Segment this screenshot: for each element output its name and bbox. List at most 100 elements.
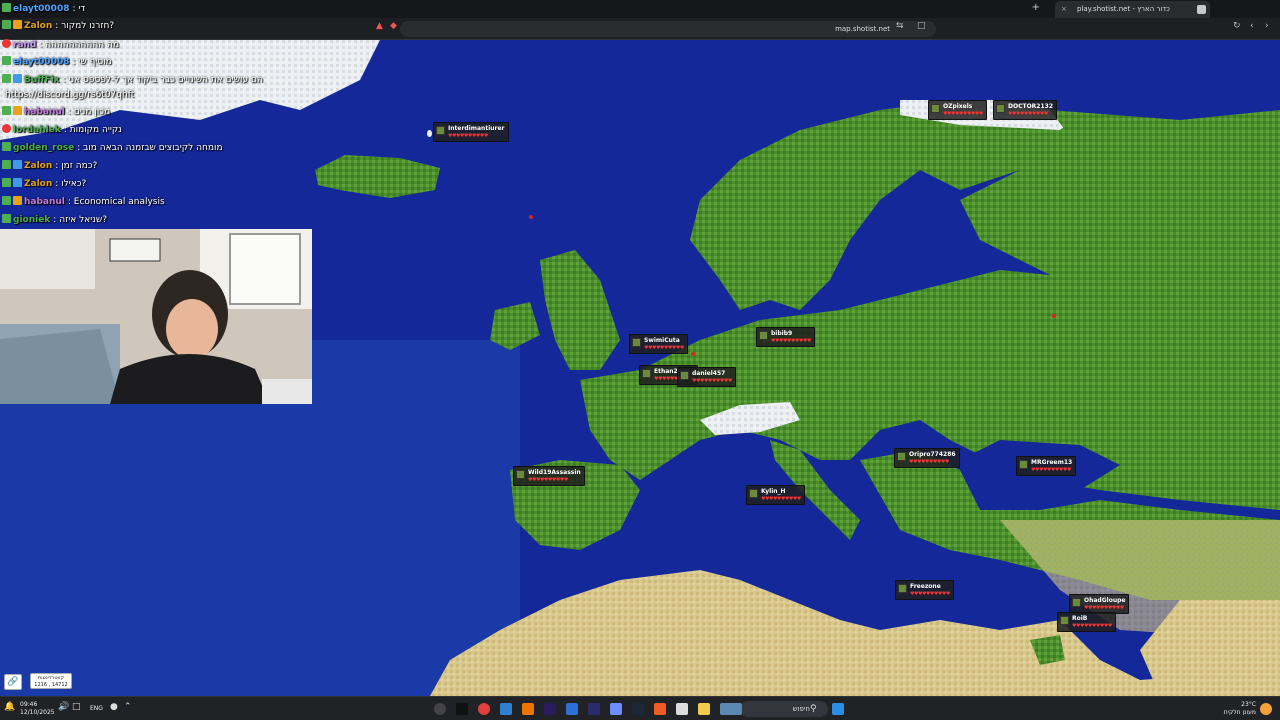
- chat-text: : מכון מנים: [67, 107, 111, 117]
- player-name: SwimiCuta: [644, 337, 680, 344]
- player-health: ♥♥♥♥♥♥♥♥♥♥: [692, 378, 732, 384]
- chat-username[interactable]: elayt00008: [13, 57, 69, 67]
- player-marker[interactable]: OhadGloupe ♥♥♥♥♥♥♥♥♥♥: [1069, 594, 1130, 614]
- brave-icon[interactable]: ◆: [390, 21, 397, 31]
- player-marker[interactable]: bibib9 ♥♥♥♥♥♥♥♥♥♥: [756, 327, 815, 347]
- back-icon[interactable]: ‹: [1250, 21, 1254, 31]
- chat-text: : שניאל איזה?: [53, 215, 107, 225]
- after-effects-icon[interactable]: [544, 703, 556, 715]
- steam-icon[interactable]: [632, 703, 644, 715]
- player-name: Freezone: [910, 583, 941, 590]
- player-name: Interdimantiurer: [448, 125, 505, 132]
- webcam-image: [0, 229, 312, 404]
- player-name: RoiB: [1072, 615, 1088, 622]
- player-avatar: [996, 104, 1005, 113]
- player-marker[interactable]: daniel457 ♥♥♥♥♥♥♥♥♥♥: [677, 367, 736, 387]
- notifications-icon[interactable]: 🔔: [4, 702, 16, 714]
- player-health: ♥♥♥♥♥♥♥♥♥♥: [448, 133, 488, 139]
- mic-icon[interactable]: ●: [110, 702, 122, 714]
- player-marker[interactable]: SwimiCuta ♥♥♥♥♥♥♥♥♥♥: [629, 334, 688, 354]
- blender-icon[interactable]: [522, 703, 534, 715]
- link-icon[interactable]: 🔗: [4, 674, 22, 690]
- player-name: MRGreem13: [1031, 459, 1073, 466]
- player-marker[interactable]: Kylin_H ♥♥♥♥♥♥♥♥♥♥: [746, 485, 805, 505]
- player-marker[interactable]: Oripro774286 ♥♥♥♥♥♥♥♥♥♥: [894, 448, 960, 468]
- clock-date[interactable]: 12/10/2025: [20, 709, 55, 716]
- start-icon[interactable]: [832, 703, 844, 715]
- file-explorer-icon[interactable]: [698, 703, 710, 715]
- shield-icon[interactable]: ▲: [376, 21, 383, 31]
- weather-temp: 23°C: [1241, 701, 1256, 708]
- chat-username[interactable]: habanul: [24, 197, 65, 207]
- player-marker[interactable]: RoiB ♥♥♥♥♥♥♥♥♥♥: [1057, 612, 1116, 632]
- close-tab-icon[interactable]: ×: [1061, 1, 1067, 18]
- player-marker[interactable]: DOCTOR2132 ♥♥♥♥♥♥♥♥♥♥: [993, 100, 1057, 120]
- chat-text: : מומחה לקיבוצים שבזמנה הבאה מוב: [77, 143, 223, 153]
- player-marker[interactable]: OZpixels ♥♥♥♥♥♥♥♥♥♥: [928, 100, 987, 120]
- player-avatar: [898, 584, 907, 593]
- epic-icon[interactable]: [456, 703, 468, 715]
- reload-icon[interactable]: ↻: [1233, 21, 1241, 31]
- player-name: daniel457: [692, 370, 726, 377]
- obs-icon[interactable]: [434, 703, 446, 715]
- stream-chat-overlay: elayt00008: די Zalon: חזרנו למקור? rand: מ…: [0, 0, 340, 230]
- display-icon[interactable]: □: [72, 702, 84, 714]
- chat-message: elayt00008: די: [2, 2, 85, 16]
- kick-badge-icon: [2, 56, 11, 65]
- red-dot-marker: [691, 352, 695, 356]
- player-marker[interactable]: Freezone ♥♥♥♥♥♥♥♥♥♥: [895, 580, 954, 600]
- chat-text: : די: [72, 4, 86, 14]
- player-avatar: [897, 452, 906, 461]
- tab-active[interactable]: × play.shotist.net - כדור הארץ: [1055, 1, 1210, 18]
- chat-username[interactable]: Zalon: [24, 161, 52, 171]
- volume-icon[interactable]: 🔊: [58, 702, 70, 714]
- kick-badge-icon: [2, 106, 11, 115]
- chat-username[interactable]: golden_rose: [13, 143, 74, 153]
- chat-username[interactable]: rand: [13, 40, 36, 50]
- app-thumbnail-icon[interactable]: [720, 703, 742, 715]
- chat-username[interactable]: habanul: [24, 107, 65, 117]
- player-name: Wild19Assassin: [528, 469, 581, 476]
- weather-icon[interactable]: [1260, 703, 1272, 715]
- player-health: ♥♥♥♥♥♥♥♥♥♥: [644, 345, 684, 351]
- forward-icon[interactable]: ›: [1265, 21, 1269, 31]
- chat-message: BuffFix: הם עושים את השינויים כבר ביקוד …: [2, 73, 263, 87]
- chevron-up-icon[interactable]: ⌃: [124, 702, 136, 714]
- photoshop-icon[interactable]: [566, 703, 578, 715]
- player-name: bibib9: [771, 330, 793, 337]
- chat-message: golden_rose: מומחה לקיבוצים שבזמנה הבאה …: [2, 141, 223, 155]
- chat-username[interactable]: Zalon: [24, 179, 52, 189]
- moderator-badge-icon: [13, 74, 22, 83]
- calculator-icon[interactable]: [676, 703, 688, 715]
- player-marker[interactable]: Interdimantiurer ♥♥♥♥♥♥♥♥♥♥: [433, 122, 509, 142]
- chat-username[interactable]: elayt00008: [13, 4, 69, 14]
- kick-badge-icon: [2, 196, 11, 205]
- notes-icon[interactable]: [500, 703, 512, 715]
- brave-browser-icon[interactable]: [654, 703, 666, 715]
- chat-text: : כמה זמן?: [55, 161, 98, 171]
- clock-time[interactable]: 09:46: [20, 701, 37, 708]
- kick-badge-icon: [2, 178, 11, 187]
- chat-message: elayt00008: מוסיף שי: [2, 55, 112, 69]
- address-bar[interactable]: map.shotist.net: [400, 21, 936, 37]
- language-indicator[interactable]: ENG: [90, 705, 103, 712]
- new-tab-button[interactable]: +: [1032, 2, 1040, 13]
- bookmark-icon[interactable]: □: [917, 21, 926, 31]
- chrome-icon[interactable]: [478, 703, 490, 715]
- player-marker[interactable]: MRGreem13 ♥♥♥♥♥♥♥♥♥♥: [1016, 456, 1077, 476]
- chat-username[interactable]: lordahlek: [13, 125, 61, 135]
- webcam-overlay: [0, 229, 312, 404]
- red-dot-marker: [1052, 314, 1056, 318]
- chat-text: : נקייה מקומות: [63, 125, 122, 135]
- chat-username[interactable]: BuffFix: [24, 75, 60, 85]
- premiere-icon[interactable]: [588, 703, 600, 715]
- chat-username[interactable]: Zalon: [24, 21, 52, 31]
- discord-icon[interactable]: [610, 703, 622, 715]
- player-marker[interactable]: Wild19Assassin ♥♥♥♥♥♥♥♥♥♥: [513, 466, 585, 486]
- waypoint-icon[interactable]: [427, 130, 432, 137]
- player-health: ♥♥♥♥♥♥♥♥♥♥: [1031, 467, 1071, 473]
- player-avatar: [516, 470, 525, 479]
- chat-username[interactable]: gioniek: [13, 215, 50, 225]
- translate-icon[interactable]: ⇆: [896, 21, 904, 31]
- chat-text: : כאילו?: [55, 179, 87, 189]
